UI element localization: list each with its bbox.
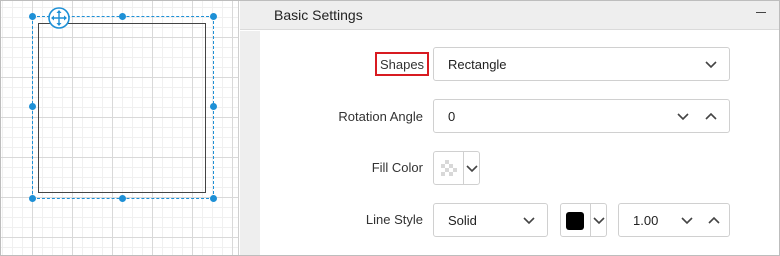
chevron-down-icon	[523, 217, 535, 225]
rotation-angle-input[interactable]: 0	[433, 99, 730, 133]
resize-handle-top[interactable]	[119, 13, 126, 20]
minus-icon[interactable]	[753, 4, 769, 20]
properties-panel: Basic Settings Shapes Rectangle Rotation…	[240, 1, 779, 255]
panel-title: Basic Settings	[274, 7, 363, 23]
shapes-value: Rectangle	[448, 57, 507, 72]
panel-header[interactable]: Basic Settings	[240, 1, 779, 30]
rotation-angle-value: 0	[448, 109, 456, 124]
shapes-dropdown[interactable]: Rectangle	[433, 47, 730, 81]
resize-handle-top-right[interactable]	[210, 13, 217, 20]
line-width-input[interactable]: 1.00	[618, 203, 730, 237]
decrement-chevron-down-icon[interactable]	[677, 113, 689, 121]
picker-divider	[463, 152, 464, 184]
shapes-label: Shapes	[379, 57, 425, 72]
line-color-picker[interactable]	[560, 203, 607, 237]
resize-handle-left[interactable]	[29, 103, 36, 110]
shapes-label-highlight: Shapes	[375, 52, 429, 76]
line-style-value: Solid	[448, 213, 477, 228]
chevron-down-icon	[705, 61, 717, 69]
chevron-down-icon	[466, 165, 478, 173]
resize-handle-right[interactable]	[210, 103, 217, 110]
rectangle-shape[interactable]	[38, 23, 206, 193]
rotation-angle-label: Rotation Angle	[338, 109, 423, 124]
resize-handle-top-left[interactable]	[29, 13, 36, 20]
line-style-dropdown[interactable]: Solid	[433, 203, 548, 237]
move-handle-icon[interactable]	[47, 6, 71, 30]
resize-handle-bottom[interactable]	[119, 195, 126, 202]
fill-color-label: Fill Color	[371, 160, 423, 175]
resize-handle-bottom-left[interactable]	[29, 195, 36, 202]
diagram-canvas[interactable]	[1, 1, 239, 255]
increment-chevron-up-icon[interactable]	[708, 216, 720, 224]
panel-gutter	[240, 31, 260, 255]
chevron-down-icon	[593, 217, 605, 225]
decrement-chevron-down-icon[interactable]	[681, 217, 693, 225]
line-width-value: 1.00	[633, 213, 659, 228]
fill-color-picker[interactable]	[433, 151, 480, 185]
resize-handle-bottom-right[interactable]	[210, 195, 217, 202]
line-color-swatch	[566, 212, 584, 230]
increment-chevron-up-icon[interactable]	[705, 112, 717, 120]
transparent-swatch-icon	[441, 160, 457, 176]
line-style-label: Line Style	[365, 212, 423, 227]
picker-divider	[590, 204, 591, 236]
